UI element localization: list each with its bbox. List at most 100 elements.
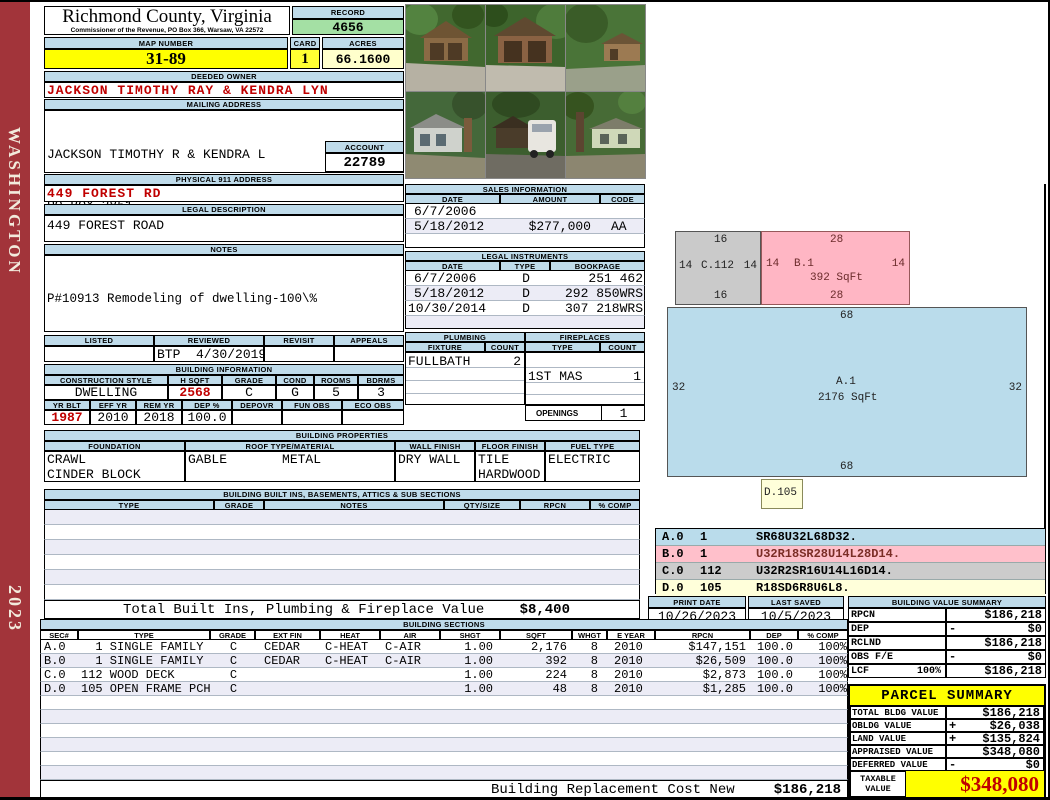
listed-value [44, 346, 154, 362]
replacement-cost-value: $186,218 [773, 781, 841, 798]
district-sidebar: WASHINGTON 2023 [0, 2, 30, 797]
floor-finish-header: FLOOR FINISH [475, 441, 545, 451]
sketch-code-row: C.0 112 U32R2SR16U14L16D14. [656, 563, 1045, 580]
fireplace-rows: 1ST MAS 1 [525, 352, 645, 405]
dep-pct-value: 100.0 [182, 410, 232, 425]
physical-address-header: PHYSICAL 911 ADDRESS [44, 174, 404, 185]
sketch-code-table: A.0 1 SR68U32L68D32. B.0 1 U32R18SR28U14… [655, 528, 1046, 596]
section-empty-row [40, 738, 848, 752]
section-empty-row [40, 752, 848, 766]
acres-header: ACRES [322, 37, 404, 49]
photo-grid [405, 4, 646, 179]
bvs-value: $186,218 [946, 636, 1046, 650]
construction-style-header: CONSTRUCTION STYLE [44, 375, 168, 385]
built-ins-total-label: Total Built Ins, Plumbing & Fireplace Va… [123, 601, 485, 618]
property-photo-3 [565, 4, 646, 92]
yrblt-value: 1987 [44, 410, 90, 425]
construction-style-value: DWELLING [44, 385, 168, 400]
foundation-value: CRAWL CINDER BLOCK [44, 451, 185, 482]
fireplace-openings-row: OPENINGS 1 [525, 405, 645, 421]
built-ins-empty-row [44, 555, 640, 570]
wall-finish-header: WALL FINISH [395, 441, 475, 451]
built-ins-empty-row [44, 540, 640, 555]
cond-header: COND [276, 375, 314, 385]
sales-code-header: CODE [600, 194, 645, 204]
parcel-summary-title: PARCEL SUMMARY [850, 686, 1044, 706]
map-number-header: MAP NUMBER [44, 37, 288, 49]
tax-year: 2023 [5, 585, 25, 633]
built-ins-rpcn-header: RPCN [520, 500, 590, 510]
sales-row-empty [405, 234, 645, 248]
ps-value: $348,080 [946, 745, 1044, 759]
bvs-value: $186,218 [946, 608, 1046, 622]
li-bookpage-header: BOOKPAGE [550, 261, 645, 271]
taxable-value-amount: $348,080 [960, 771, 1039, 796]
yrblt-header: YR BLT [44, 400, 90, 410]
property-record-card: WASHINGTON 2023 Richmond County, Virgini… [0, 0, 1050, 800]
ecoobs-header: ECO OBS [342, 400, 404, 410]
listed-header: LISTED [44, 335, 154, 346]
plumbing-rows: FULLBATH 2 [405, 352, 525, 405]
property-photo-4 [405, 91, 486, 179]
instrument-row: 5/18/2012 D 292 850WRS [405, 286, 645, 301]
sketch-area-a1: 68 32 A.1 2176 SqFt 32 68 [667, 307, 1027, 477]
replacement-cost-label: Building Replacement Cost New [491, 781, 735, 798]
built-ins-notes-header: NOTES [264, 500, 444, 510]
notes-line1: P#10913 Remodeling of dwelling-100\% [47, 292, 318, 306]
ecoobs-value [342, 410, 404, 425]
ps-label: TOTAL BLDG VALUE [850, 706, 946, 719]
bvs-label: LCF 100% [848, 664, 946, 678]
dep-pct-header: DEP % [182, 400, 232, 410]
district-name: WASHINGTON [5, 127, 24, 276]
county-subtitle: Commissioner of the Revenue, PO Box 366,… [70, 27, 264, 34]
bvs-label: DEP [848, 622, 946, 636]
deeded-owner-value: JACKSON TIMOTHY RAY & KENDRA LYN [44, 82, 404, 98]
built-ins-empty-row [44, 510, 640, 525]
fireplace-type-header: TYPE [525, 342, 600, 352]
plumbing-fixture-header: FIXTURE [405, 342, 485, 352]
sketch-code-row: D.0 105 R18SD6R8U6L8. [656, 580, 1045, 596]
ps-label: LAND VALUE [850, 732, 946, 745]
county-title: Richmond County, Virginia [62, 6, 272, 27]
bvs-label: OBS F/E [848, 650, 946, 664]
ps-value: - $0 [946, 758, 1044, 772]
fuel-type-header: FUEL TYPE [545, 441, 640, 451]
notes-header: NOTES [44, 244, 404, 255]
section-empty-row [40, 766, 848, 780]
cond-value: G [276, 385, 314, 400]
print-date-header: PRINT DATE [648, 596, 746, 608]
ps-value: + $26,038 [946, 719, 1044, 733]
sales-row: 6/7/2006 [405, 204, 645, 219]
depovr-header: DEPOVR [232, 400, 282, 410]
plumbing-header: PLUMBING [405, 332, 525, 342]
appeals-value [334, 346, 404, 362]
built-ins-type-header: TYPE [44, 500, 214, 510]
taxable-value-row: TAXABLE VALUE $348,080 [850, 771, 1044, 797]
wall-finish-value: DRY WALL [395, 451, 475, 482]
roof-header: ROOF TYPE/MATERIAL [185, 441, 395, 451]
fuel-type-value: ELECTRIC [545, 451, 640, 482]
built-ins-total-value: $8,400 [519, 601, 570, 618]
li-date-header: DATE [405, 261, 500, 271]
sketch-code-row: B.0 1 U32R18SR28U14L28D14. [656, 546, 1045, 563]
foundation-header: FOUNDATION [44, 441, 185, 451]
county-title-block: Richmond County, Virginia Commissioner o… [44, 6, 290, 35]
built-ins-empty-row [44, 525, 640, 540]
legal-description-header: LEGAL DESCRIPTION [44, 204, 404, 215]
funobs-header: FUN OBS [282, 400, 342, 410]
bdrms-header: BDRMS [358, 375, 404, 385]
appeals-header: APPEALS [334, 335, 404, 346]
depovr-value [232, 410, 282, 425]
built-ins-qty-header: QTY/SIZE [444, 500, 520, 510]
effyr-header: EFF YR [90, 400, 136, 410]
built-ins-total-row: Total Built Ins, Plumbing & Fireplace Va… [44, 600, 640, 619]
ps-label: APPRAISED VALUE [850, 745, 946, 758]
building-information-header: BUILDING INFORMATION [44, 364, 404, 375]
fireplace-count-header: COUNT [600, 342, 645, 352]
bvs-label: RCLND [848, 636, 946, 650]
sales-amount-header: AMOUNT [500, 194, 600, 204]
bdrms-value: 3 [358, 385, 404, 400]
record-value: 4656 [292, 19, 404, 35]
map-number-value: 31-89 [44, 49, 288, 69]
ps-label: DEFERRED VALUE [850, 758, 946, 771]
